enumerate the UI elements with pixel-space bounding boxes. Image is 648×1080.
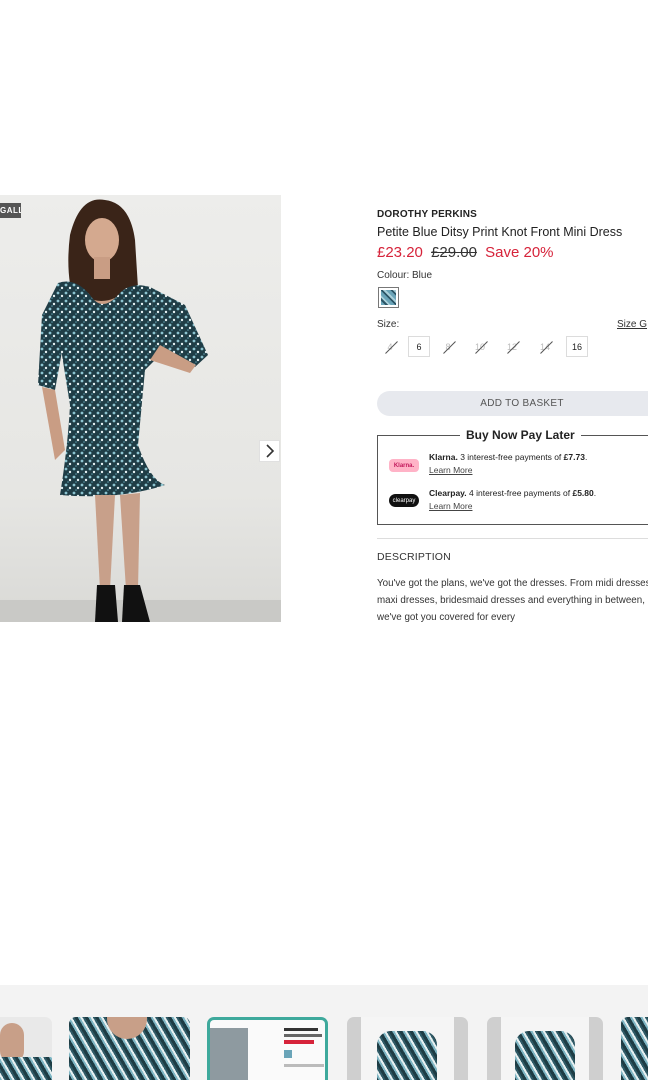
- sale-price: £23.20: [377, 244, 423, 261]
- clearpay-logo: clearpay: [389, 494, 419, 507]
- klarna-logo: Klarna.: [389, 459, 419, 472]
- clearpay-text: Clearpay. 4 interest-free payments of £5…: [429, 488, 597, 498]
- model-photo: [0, 199, 281, 622]
- thumbnail-4[interactable]: [347, 1017, 468, 1080]
- size-option-12[interactable]: 12: [501, 336, 523, 357]
- add-to-basket-button[interactable]: ADD TO BASKET: [377, 391, 648, 416]
- size-label: Size:: [377, 319, 400, 330]
- thumbnail-2[interactable]: [69, 1017, 190, 1080]
- size-option-6[interactable]: 6: [408, 336, 430, 357]
- divider: [377, 538, 648, 539]
- colour-swatch-blue[interactable]: [378, 287, 399, 308]
- bnpl-title: Buy Now Pay Later: [460, 428, 581, 442]
- thumbnail-5[interactable]: [487, 1017, 603, 1080]
- description-text: You've got the plans, we've got the dres…: [377, 578, 648, 623]
- thumbnail-1[interactable]: [0, 1017, 52, 1080]
- size-option-10[interactable]: 10: [469, 336, 491, 357]
- size-option-14[interactable]: 14: [534, 336, 556, 357]
- product-title: Petite Blue Ditsy Print Knot Front Mini …: [377, 225, 623, 239]
- size-option-8[interactable]: 8: [437, 336, 459, 357]
- product-image[interactable]: [0, 195, 281, 622]
- gallery-badge: GALLERY: [0, 203, 21, 218]
- size-guide-link[interactable]: Size G: [617, 319, 647, 330]
- size-option-4[interactable]: 4: [379, 336, 401, 357]
- description-heading[interactable]: DESCRIPTION: [377, 551, 451, 563]
- clearpay-learn-more-link[interactable]: Learn More: [429, 501, 472, 511]
- size-option-16[interactable]: 16: [566, 336, 588, 357]
- thumbnail-6[interactable]: [621, 1017, 648, 1080]
- klarna-text: Klarna. 3 interest-free payments of £7.7…: [429, 452, 588, 462]
- product-brand: DOROTHY PERKINS: [377, 209, 478, 220]
- next-image-button[interactable]: [259, 440, 280, 462]
- klarna-learn-more-link[interactable]: Learn More: [429, 465, 472, 475]
- chevron-right-icon: [265, 444, 274, 458]
- original-price: £29.00: [431, 244, 477, 261]
- price-row: £23.20 £29.00 Save 20%: [377, 244, 554, 261]
- bnpl-panel: [377, 435, 648, 525]
- colour-label: Colour: Blue: [377, 270, 433, 281]
- save-percentage: Save 20%: [485, 244, 554, 261]
- thumbnail-3-screenshot[interactable]: [207, 1017, 328, 1080]
